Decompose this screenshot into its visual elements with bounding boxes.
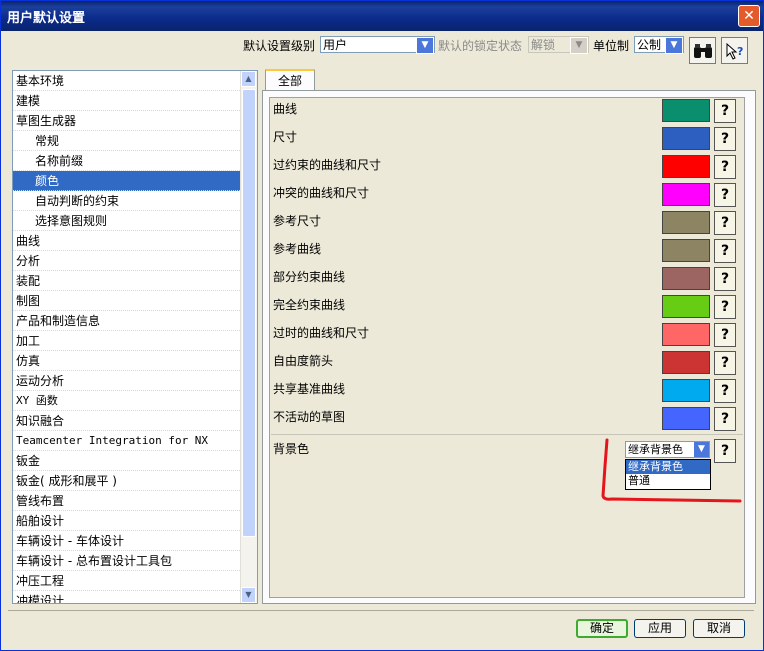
context-help-button[interactable]: ? <box>721 37 748 64</box>
tree-item[interactable]: 制图 <box>13 291 242 311</box>
lock-state-label: 默认的锁定状态 <box>438 39 523 53</box>
color-swatch-button[interactable] <box>662 239 710 262</box>
color-swatch-button[interactable] <box>662 407 710 430</box>
tree-item[interactable]: 常规 <box>13 131 242 151</box>
defaults-level-select[interactable]: 用户 ▼ <box>320 36 435 54</box>
divider <box>8 610 754 611</box>
tree-item[interactable]: 知识融合 <box>13 411 242 431</box>
help-button[interactable]: ? <box>714 379 736 403</box>
unit-system-value: 公制 <box>637 38 662 52</box>
tree-item[interactable]: 颜色 <box>13 171 242 191</box>
help-button[interactable]: ? <box>714 267 736 291</box>
color-setting-label: 尺寸 <box>273 130 298 144</box>
scroll-down-button[interactable]: ▼ <box>241 587 256 603</box>
help-button[interactable]: ? <box>714 211 736 235</box>
help-button[interactable]: ? <box>714 351 736 375</box>
help-button[interactable]: ? <box>714 155 736 179</box>
help-button[interactable]: ? <box>714 407 736 431</box>
apply-button[interactable]: 应用 <box>634 619 686 638</box>
tree-item[interactable]: XY 函数 <box>13 391 242 411</box>
tree-item[interactable]: 管线布置 <box>13 491 242 511</box>
tree-item[interactable]: 名称前缀 <box>13 151 242 171</box>
color-setting-label: 曲线 <box>273 102 298 116</box>
color-swatch-button[interactable] <box>662 127 710 150</box>
tree-item[interactable]: 产品和制造信息 <box>13 311 242 331</box>
color-swatch-button[interactable] <box>662 379 710 402</box>
binoculars-icon <box>693 44 712 58</box>
tree-item[interactable]: 曲线 <box>13 231 242 251</box>
color-swatch-button[interactable] <box>662 295 710 318</box>
tree-item[interactable]: 仿真 <box>13 351 242 371</box>
tree-item[interactable]: 自动判断的约束 <box>13 191 242 211</box>
cancel-button[interactable]: 取消 <box>693 619 745 638</box>
help-button[interactable]: ? <box>714 295 736 319</box>
lock-state-value: 解锁 <box>531 38 556 52</box>
title-bar: 用户默认设置 ✕ <box>1 1 763 31</box>
help-button[interactable]: ? <box>714 239 736 263</box>
svg-text:?: ? <box>737 45 743 58</box>
tab-all[interactable]: 全部 <box>265 69 315 91</box>
color-swatch-button[interactable] <box>662 323 710 346</box>
tree-item[interactable]: 选择意图规则 <box>13 211 242 231</box>
color-setting-label: 不活动的草图 <box>273 410 346 424</box>
color-swatch-button[interactable] <box>662 183 710 206</box>
chevron-down-icon: ▼ <box>570 37 588 54</box>
color-setting-label: 冲突的曲线和尺寸 <box>273 186 370 200</box>
color-swatch-button[interactable] <box>662 351 710 374</box>
tree-scrollbar[interactable]: ▲ ▼ <box>240 71 257 603</box>
help-button[interactable]: ? <box>714 99 736 123</box>
defaults-level-label: 默认设置级别 <box>243 39 316 53</box>
ok-button[interactable]: 确定 <box>576 619 628 638</box>
window-title: 用户默认设置 <box>7 11 86 26</box>
chevron-down-icon: ▼ <box>416 37 434 54</box>
color-setting-label: 过时的曲线和尺寸 <box>273 326 370 340</box>
tree-item[interactable]: 钣金 <box>13 451 242 471</box>
category-tree: 基本环境 建模 草图生成器 常规 名称前缀 颜色 自动判断的约束 选择意图规则 曲线 分析 装配 制图… <box>12 70 258 604</box>
tree-item[interactable]: 钣金( 成形和展平 ) <box>13 471 242 491</box>
color-setting-label: 参考曲线 <box>273 242 322 256</box>
tree-item[interactable]: 船舶设计 <box>13 511 242 531</box>
close-button[interactable]: ✕ <box>738 5 760 27</box>
color-setting-label: 共享基准曲线 <box>273 382 346 396</box>
background-color-label: 背景色 <box>273 442 310 456</box>
tree-item[interactable]: 运动分析 <box>13 371 242 391</box>
color-setting-label: 自由度箭头 <box>273 354 334 368</box>
unit-system-label: 单位制 <box>593 39 630 53</box>
scroll-thumb[interactable] <box>242 89 256 537</box>
color-setting-label: 完全约束曲线 <box>273 298 346 312</box>
color-setting-label: 参考尺寸 <box>273 214 322 228</box>
tree-item[interactable]: 加工 <box>13 331 242 351</box>
chevron-down-icon: ▼ <box>665 37 683 54</box>
tree-item[interactable]: 车辆设计 - 车体设计 <box>13 531 242 551</box>
tree-item[interactable]: 装配 <box>13 271 242 291</box>
tree-item[interactable]: 基本环境 <box>13 71 242 91</box>
defaults-level-value: 用户 <box>323 38 348 52</box>
help-button[interactable]: ? <box>714 127 736 151</box>
annotation-mark <box>601 438 742 503</box>
color-swatch-button[interactable] <box>662 211 710 234</box>
find-button[interactable] <box>689 37 716 64</box>
tree-item[interactable]: 冲模设计 <box>13 591 242 603</box>
scroll-up-button[interactable]: ▲ <box>241 71 256 87</box>
color-swatch-button[interactable] <box>662 267 710 290</box>
help-button[interactable]: ? <box>714 183 736 207</box>
arrow-help-icon: ? <box>726 42 743 60</box>
unit-system-select[interactable]: 公制 ▼ <box>634 36 684 54</box>
divider <box>271 434 743 435</box>
tree-item[interactable]: 车辆设计 - 总布置设计工具包 <box>13 551 242 571</box>
help-button[interactable]: ? <box>714 323 736 347</box>
tree-item[interactable]: 分析 <box>13 251 242 271</box>
color-swatch-button[interactable] <box>662 155 710 178</box>
lock-state-select: 解锁 ▼ <box>528 36 589 54</box>
tree-item[interactable]: 建模 <box>13 91 242 111</box>
color-swatch-button[interactable] <box>662 99 710 122</box>
color-setting-label: 部分约束曲线 <box>273 270 346 284</box>
tree-item[interactable]: 草图生成器 <box>13 111 242 131</box>
color-setting-label: 过约束的曲线和尺寸 <box>273 158 382 172</box>
tree-item[interactable]: Teamcenter Integration for NX <box>13 431 242 451</box>
tree-item[interactable]: 冲压工程 <box>13 571 242 591</box>
